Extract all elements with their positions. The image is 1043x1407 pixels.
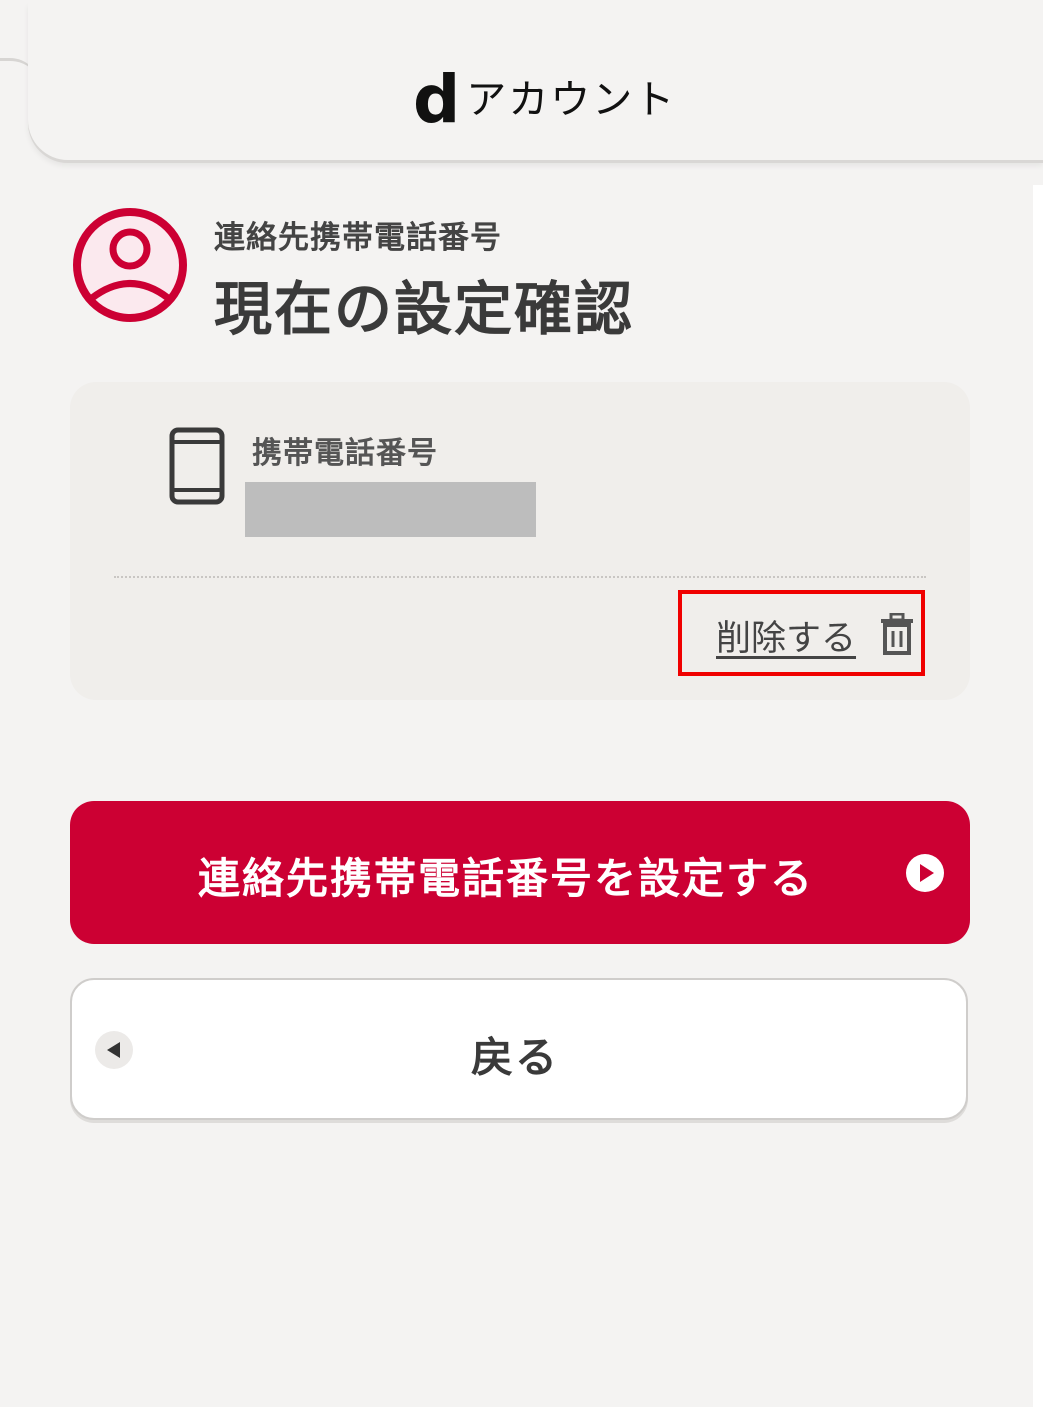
phone-number-label: 携帯電話番号 (252, 436, 438, 471)
page-subtitle: 連絡先携帯電話番号 (214, 220, 502, 256)
delete-link[interactable]: 削除する (716, 610, 856, 661)
app-header: d アカウント (28, 0, 1043, 160)
phone-setting-card: 携帯電話番号 削除する (70, 382, 970, 700)
play-circle-icon (906, 854, 944, 892)
smartphone-icon (169, 427, 225, 505)
user-circle-icon (73, 208, 187, 322)
dotted-divider (114, 576, 926, 578)
delete-highlight-box: 削除する (678, 590, 925, 676)
logo-d: d (413, 61, 461, 138)
d-account-logo: d アカウント (413, 60, 676, 140)
right-edge-strip (1033, 185, 1043, 1407)
back-label: 戻る (470, 1034, 559, 1081)
trash-icon[interactable] (879, 613, 915, 655)
logo-text: アカウント (466, 77, 677, 123)
phone-number-value-redacted (245, 482, 536, 537)
page-title: 現在の設定確認 (214, 275, 635, 343)
back-button[interactable]: 戻る (70, 978, 968, 1120)
set-contact-phone-button[interactable]: 連絡先携帯電話番号を設定する (70, 801, 970, 944)
set-contact-phone-label: 連絡先携帯電話番号を設定する (198, 855, 815, 902)
